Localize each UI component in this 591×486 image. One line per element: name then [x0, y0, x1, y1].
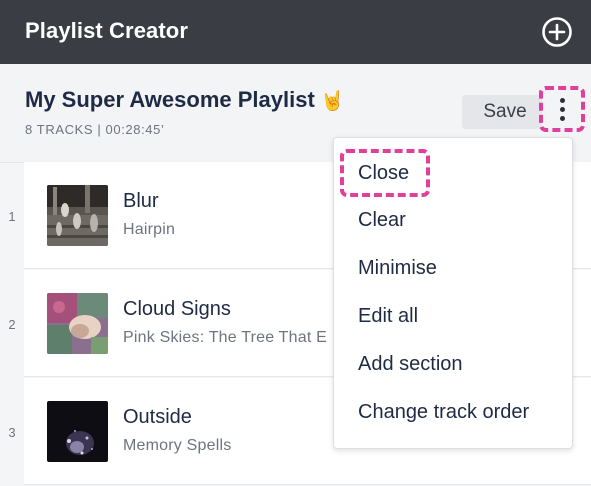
- album-art: [47, 293, 108, 354]
- menu-item-edit-all[interactable]: Edit all: [358, 305, 418, 328]
- menu-item-change-track-order[interactable]: Change track order: [358, 401, 529, 424]
- app-title: Playlist Creator: [25, 18, 189, 43]
- plus-circle-icon: [542, 17, 572, 47]
- playlist-meta: 8 TRACKS | 00:28:45’: [25, 122, 165, 137]
- menu-item-clear[interactable]: Clear: [358, 209, 406, 232]
- options-menu: Close Clear Minimise Edit all Add sectio…: [333, 137, 573, 449]
- app-header: Playlist Creator: [0, 0, 591, 64]
- track-number: 2: [8, 316, 16, 332]
- rock-hand-emoji: 🤘: [320, 91, 345, 112]
- track-title: Outside: [123, 406, 192, 428]
- track-artist: Hairpin: [123, 221, 176, 238]
- vertical-dots-icon-dot: [559, 115, 565, 121]
- track-artist: Memory Spells: [123, 437, 232, 454]
- track-artist: Pink Skies: The Tree That E: [123, 329, 328, 346]
- add-playlist-button[interactable]: [540, 15, 574, 49]
- playlist-title[interactable]: My Super Awesome Playlist 🤘: [25, 87, 345, 113]
- vertical-dots-icon-dot: [559, 106, 565, 112]
- track-title: Blur: [123, 190, 159, 212]
- menu-item-minimise[interactable]: Minimise: [358, 257, 437, 280]
- vertical-dots-icon: [559, 97, 565, 103]
- save-button[interactable]: Save: [462, 95, 542, 129]
- menu-item-add-section[interactable]: Add section: [358, 353, 463, 376]
- album-art: [47, 185, 108, 246]
- playlist-title-text: My Super Awesome Playlist: [25, 87, 315, 112]
- track-number: 1: [8, 208, 16, 224]
- track-number: 3: [8, 424, 16, 440]
- album-art: [47, 401, 108, 462]
- menu-item-close[interactable]: Close: [340, 149, 430, 197]
- more-options-button[interactable]: [539, 86, 585, 132]
- track-title: Cloud Signs: [123, 298, 231, 320]
